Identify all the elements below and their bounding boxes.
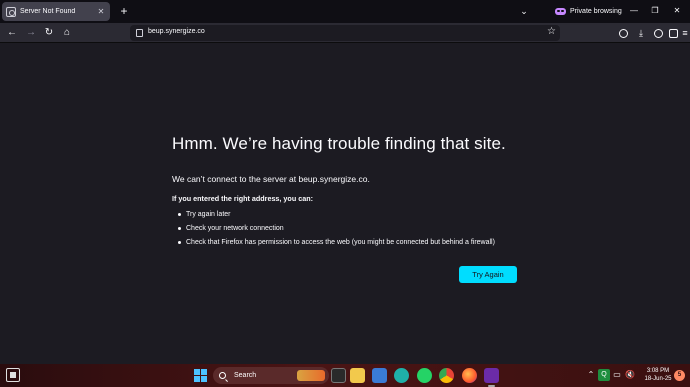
firefox-icon[interactable] — [462, 368, 477, 383]
advice-list: Try again later Check your network conne… — [178, 210, 495, 252]
tab-close-icon[interactable]: ✕ — [96, 7, 106, 16]
task-view-icon[interactable] — [331, 368, 346, 383]
maximize-button[interactable]: ❐ — [647, 3, 663, 19]
private-mask-icon — [555, 8, 566, 15]
downloads-icon[interactable]: ⤓ — [634, 26, 648, 40]
list-item: Check your network connection — [178, 224, 495, 238]
home-icon[interactable]: ⌂ — [59, 25, 75, 41]
forward-arrow-icon[interactable]: → — [23, 25, 39, 41]
navigation-toolbar: ← → ↻ ⌂ beup.synergize.co ☆ ⤓ ≡ — [0, 23, 690, 43]
tab-title: Server Not Found — [20, 8, 76, 15]
widgets-icon[interactable] — [6, 368, 20, 382]
tab-server-not-found[interactable]: Server Not Found ✕ — [2, 2, 110, 21]
menu-hamburger-icon[interactable]: ≡ — [678, 26, 690, 40]
clock-time: 3:08 PM — [646, 368, 670, 374]
private-browsing-label: Private browsing — [570, 8, 622, 15]
volume-muted-icon[interactable]: 🔇 — [624, 369, 636, 381]
error-description: We can’t connect to the server at beup.s… — [172, 174, 370, 184]
clock[interactable]: 3:08 PM 18-Jun-25 — [640, 367, 676, 383]
notification-badge[interactable]: 5 — [674, 370, 685, 381]
address-bar[interactable]: beup.synergize.co ☆ — [130, 25, 560, 41]
search-highlight-image — [297, 370, 325, 381]
back-arrow-icon[interactable]: ← — [4, 25, 20, 41]
screen: Server Not Found ✕ + ⌄ Private browsing … — [0, 0, 690, 387]
search-label: Search — [234, 372, 257, 379]
file-explorer-icon[interactable] — [350, 368, 365, 383]
chrome-icon[interactable] — [439, 368, 454, 383]
list-item: Check that Firefox has permission to acc… — [178, 238, 495, 252]
clock-date: 18-Jun-25 — [644, 376, 672, 382]
pocket-icon[interactable] — [616, 26, 630, 40]
microsoft-store-icon[interactable] — [372, 368, 387, 383]
minimize-button[interactable]: — — [626, 3, 642, 19]
tab-bar: Server Not Found ✕ + ⌄ Private browsing … — [0, 0, 690, 23]
tray-app-icon[interactable]: Q — [598, 369, 610, 381]
page-info-icon[interactable] — [136, 29, 143, 37]
close-window-button[interactable]: ✕ — [669, 3, 685, 19]
error-title: Hmm. We’re having trouble finding that s… — [172, 134, 506, 153]
firefox-private-icon[interactable] — [484, 368, 499, 387]
reload-icon[interactable]: ↻ — [41, 25, 57, 41]
list-all-tabs-chevron-icon[interactable]: ⌄ — [518, 4, 530, 18]
search-icon — [219, 372, 226, 379]
network-icon[interactable]: ▭ — [611, 369, 623, 381]
list-item: Try again later — [178, 210, 495, 224]
windows-taskbar: Search ⌃ Q ▭ 🔇 3:08 PM 18-Jun-25 5 — [0, 364, 690, 387]
show-hidden-icons-chevron-icon[interactable]: ⌃ — [585, 369, 597, 381]
error-page: Hmm. We’re having trouble finding that s… — [0, 44, 690, 364]
account-icon[interactable] — [651, 26, 665, 40]
page-icon — [6, 6, 16, 17]
bookmark-star-icon[interactable]: ☆ — [547, 26, 556, 37]
start-button[interactable] — [194, 369, 207, 382]
new-tab-button[interactable]: + — [117, 3, 131, 19]
edge-icon[interactable] — [394, 368, 409, 383]
whatsapp-icon[interactable] — [417, 368, 432, 383]
private-browsing-indicator: Private browsing — [555, 4, 622, 19]
url-text[interactable]: beup.synergize.co — [148, 28, 205, 35]
advice-heading: If you entered the right address, you ca… — [172, 194, 313, 203]
taskbar-search[interactable]: Search — [213, 367, 329, 384]
try-again-button[interactable]: Try Again — [459, 266, 517, 283]
